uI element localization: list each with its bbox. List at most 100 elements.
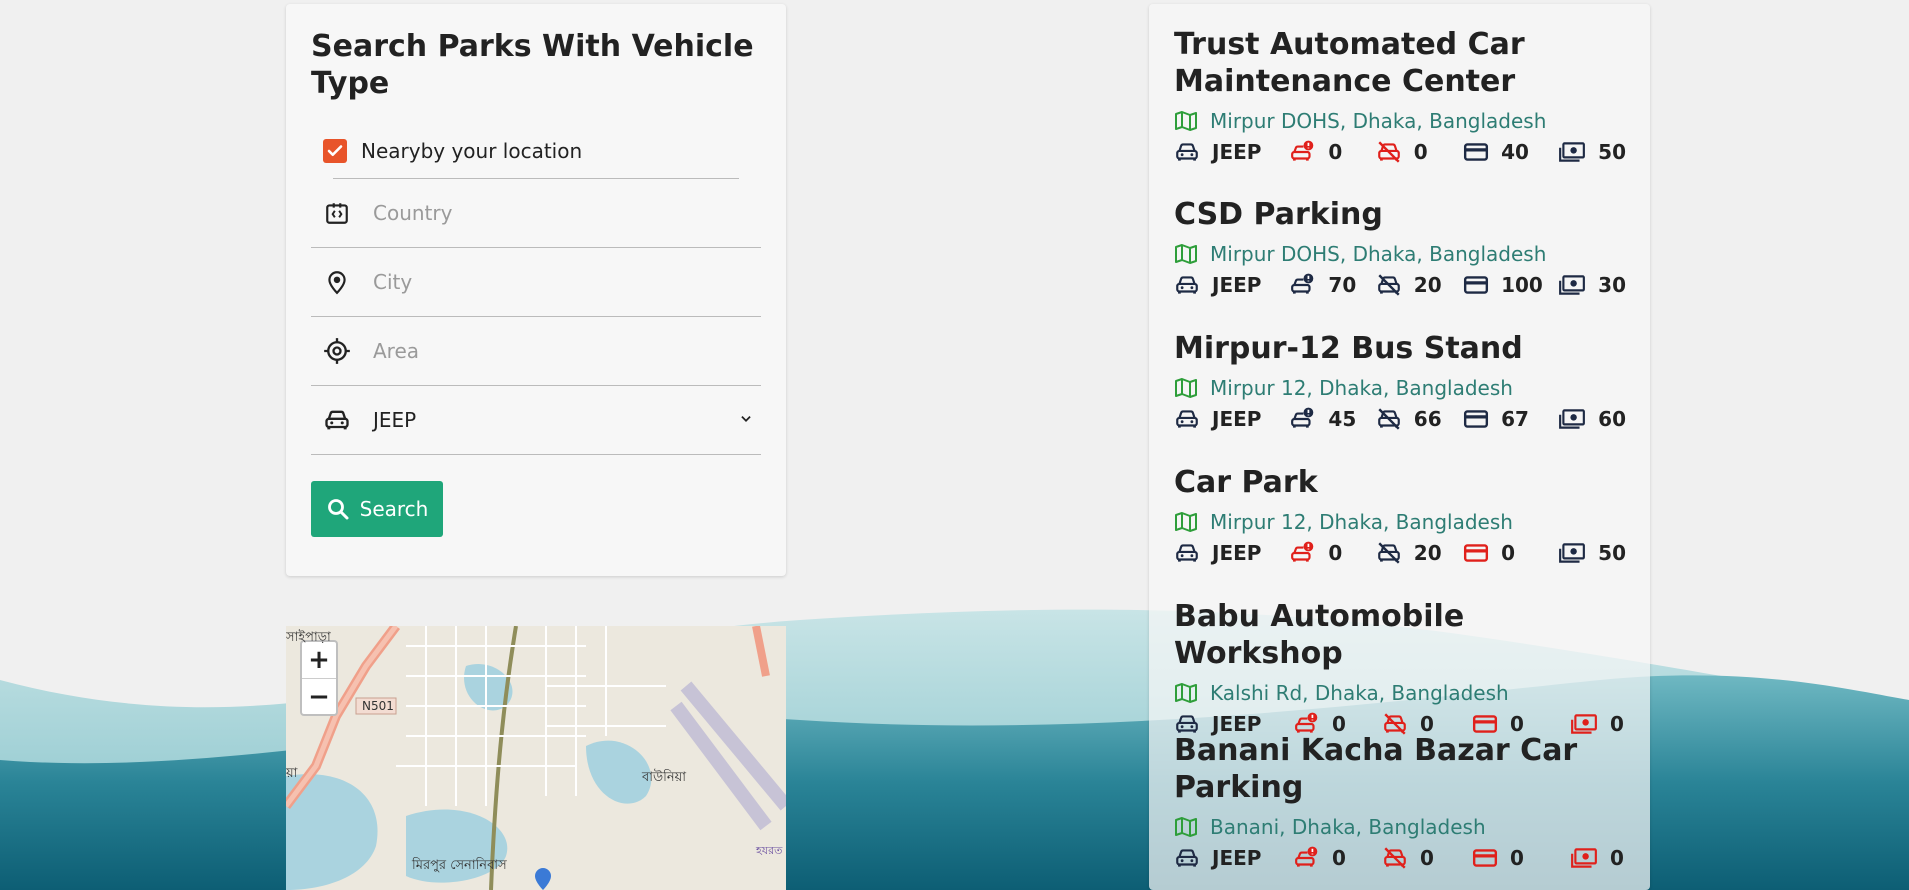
car-off-icon	[1377, 274, 1400, 296]
vehicle-type: JEEP	[1174, 139, 1290, 165]
map-label: সাইপাড়া	[286, 630, 331, 645]
vehicle-type-label: JEEP	[1212, 846, 1262, 870]
car-off-icon	[1384, 847, 1406, 869]
unavailable-slots-value: 0	[1413, 140, 1428, 164]
unavailable-slots: 0	[1382, 845, 1472, 871]
available-slots-value: 45	[1328, 407, 1357, 431]
credit-card-icon	[1464, 276, 1489, 294]
car-icon	[1176, 276, 1198, 294]
map-icon	[1174, 815, 1200, 839]
unavailable-slots-value: 66	[1413, 407, 1442, 431]
credit-card-icon	[1464, 410, 1489, 428]
unavailable-slots-value: 20	[1413, 541, 1442, 565]
park-name: Babu Automobile Workshop	[1174, 599, 1465, 671]
park-item[interactable]: Babu Automobile Workshop Kalshi Rd, Dhak…	[1174, 598, 1626, 736]
vehicle-type: JEEP	[1174, 406, 1290, 432]
nearby-checkbox[interactable]	[323, 139, 347, 163]
map-icon	[1174, 109, 1200, 133]
cash-fee: 30	[1558, 272, 1626, 298]
park-address: Mirpur 12, Dhaka, Bangladesh	[1174, 507, 1626, 537]
available-slots-value: 70	[1328, 273, 1357, 297]
location-pin-icon	[323, 268, 351, 296]
card-fee-value: 0	[1510, 846, 1524, 870]
park-stats: JEEP 0 0 40 50	[1174, 136, 1626, 168]
credit-card-icon	[1464, 544, 1489, 562]
card-fee: 67	[1463, 406, 1558, 432]
card-fee-value: 40	[1501, 140, 1529, 164]
unavailable-slots: 20	[1376, 272, 1463, 298]
park-stats: JEEP 70 20 100 30	[1174, 269, 1626, 301]
unavailable-slots: 66	[1376, 406, 1463, 432]
unavailable-slots-value: 0	[1420, 846, 1434, 870]
area-input[interactable]	[373, 339, 761, 363]
vehicle-type-label: JEEP	[1212, 140, 1262, 164]
cash-fee-value: 0	[1610, 712, 1624, 736]
park-address: Mirpur DOHS, Dhaka, Bangladesh	[1174, 106, 1626, 136]
map-icon	[1174, 510, 1200, 534]
card-fee: 0	[1463, 540, 1558, 566]
available-slots-value: 0	[1328, 140, 1343, 164]
car-alert-icon	[1291, 273, 1314, 294]
vehicle-type: JEEP	[1174, 540, 1290, 566]
country-code-icon	[323, 199, 351, 227]
cash-icon	[1559, 543, 1586, 563]
search-button[interactable]: Search	[311, 481, 443, 537]
park-address-text: Mirpur 12, Dhaka, Bangladesh	[1210, 376, 1513, 400]
area-field	[311, 317, 761, 386]
car-alert-icon	[1295, 846, 1318, 867]
cash-icon	[1559, 142, 1586, 162]
cash-fee: 0	[1570, 845, 1624, 871]
park-name: Mirpur-12 Bus Stand	[1174, 331, 1523, 366]
check-icon	[327, 145, 343, 157]
car-icon	[323, 406, 351, 434]
park-address-text: Kalshi Rd, Dhaka, Bangladesh	[1210, 681, 1509, 705]
park-name: CSD Parking	[1174, 197, 1383, 232]
city-field	[311, 248, 761, 317]
zoom-control: + −	[300, 640, 338, 716]
nearby-label: Nearyby your location	[361, 139, 583, 163]
cash-fee-value: 60	[1598, 407, 1626, 431]
map-label: হযরত	[756, 844, 783, 857]
park-address: Kalshi Rd, Dhaka, Bangladesh	[1174, 678, 1626, 708]
park-address: Mirpur 12, Dhaka, Bangladesh	[1174, 373, 1626, 403]
map[interactable]: + − সাইপাড়া N501 য়া বাউনিয়া মিরপুর সে…	[286, 626, 786, 890]
vehicle-select-value: JEEP	[373, 408, 417, 432]
park-address-text: Mirpur DOHS, Dhaka, Bangladesh	[1210, 242, 1547, 266]
cash-icon	[1571, 848, 1597, 868]
city-input[interactable]	[373, 270, 761, 294]
vehicle-type-label: JEEP	[1212, 541, 1262, 565]
park-name: Trust Automated Car Maintenance Center	[1174, 27, 1525, 99]
park-item[interactable]: CSD Parking Mirpur DOHS, Dhaka, Banglade…	[1174, 196, 1626, 330]
nearby-checkbox-row[interactable]: Nearyby your location	[323, 136, 761, 166]
available-slots: 0	[1290, 540, 1375, 566]
park-item[interactable]: Trust Automated Car Maintenance Center M…	[1174, 26, 1626, 196]
map-icon	[1174, 376, 1200, 400]
cash-fee: 50	[1558, 540, 1626, 566]
vehicle-select[interactable]: JEEP	[311, 386, 761, 455]
map-label: বাউনিয়া	[642, 770, 687, 785]
park-item[interactable]: Mirpur-12 Bus Stand Mirpur 12, Dhaka, Ba…	[1174, 330, 1626, 464]
zoom-out-button[interactable]: −	[302, 678, 336, 714]
cash-fee-value: 0	[1610, 846, 1624, 870]
card-fee: 40	[1463, 139, 1558, 165]
cash-icon	[1559, 409, 1586, 429]
park-item[interactable]: Car Park Mirpur 12, Dhaka, Bangladesh JE…	[1174, 464, 1626, 598]
park-address-text: Mirpur 12, Dhaka, Bangladesh	[1210, 510, 1513, 534]
park-stats: JEEP 45 66 67 60	[1174, 403, 1626, 435]
park-name: Car Park	[1174, 465, 1318, 500]
crosshair-icon	[323, 337, 351, 365]
credit-card-icon	[1472, 849, 1498, 867]
cash-fee-value: 30	[1598, 273, 1626, 297]
car-icon	[1176, 849, 1198, 867]
park-name: Banani Kacha Bazar Car Parking	[1174, 733, 1578, 805]
car-off-icon	[1377, 408, 1400, 430]
chevron-down-icon	[739, 411, 753, 430]
map-label: N501	[362, 699, 394, 713]
park-item[interactable]: Banani Kacha Bazar Car Parking Banani, D…	[1174, 732, 1626, 890]
country-input[interactable]	[373, 201, 761, 225]
cash-fee: 0	[1570, 711, 1624, 737]
credit-card-icon	[1464, 143, 1489, 161]
park-address: Mirpur DOHS, Dhaka, Bangladesh	[1174, 239, 1626, 269]
map-icon	[1174, 242, 1200, 266]
card-fee: 0	[1472, 845, 1570, 871]
